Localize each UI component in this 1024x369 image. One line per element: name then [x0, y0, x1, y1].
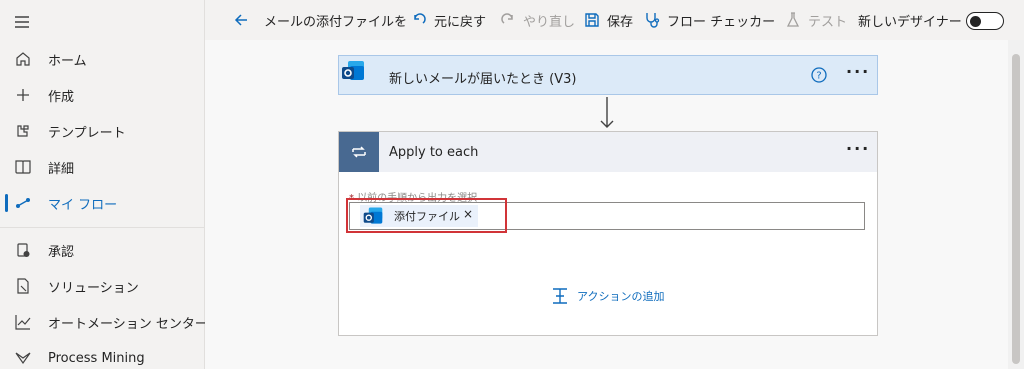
nav-item-label: マイ フロー: [48, 197, 118, 213]
trigger-card[interactable]: 新しいメールが届いたとき (V3): [338, 55, 878, 95]
flow-checker-label: フロー チェッカー: [667, 14, 776, 30]
add-action-button[interactable]: アクションの追加: [551, 286, 664, 306]
outlook-logo-icon: [340, 58, 366, 84]
approval-icon: [14, 241, 32, 259]
svg-text:?: ?: [816, 71, 821, 82]
flow-icon: [14, 194, 32, 212]
trigger-title: 新しいメールが届いたとき (V3): [389, 72, 577, 87]
redo-button[interactable]: やり直し: [499, 0, 575, 40]
active-indicator: [5, 194, 8, 212]
nav-item-learn[interactable]: 詳細: [0, 149, 205, 185]
loop-more-options-icon[interactable]: ···: [846, 139, 870, 158]
nav-item-my-flows[interactable]: マイ フロー: [0, 185, 205, 221]
flask-icon: [786, 12, 800, 27]
flow-checker-button[interactable]: フロー チェッカー: [643, 0, 775, 40]
hamburger-menu-icon[interactable]: [12, 12, 32, 32]
new-designer-toggle[interactable]: [966, 12, 1004, 30]
test-button[interactable]: テスト: [784, 0, 847, 40]
left-nav: ホーム 作成 テンプレート 詳細 マイ フロー 承認 ソリューション オートメー…: [0, 0, 208, 369]
home-icon: [14, 50, 32, 68]
save-icon: [585, 13, 599, 27]
chart-icon: [14, 313, 32, 331]
undo-icon: [414, 13, 426, 24]
nav-item-label: オートメーション センター: [48, 316, 208, 332]
nav-item-label: ホーム: [48, 53, 87, 69]
plus-icon: [14, 86, 32, 104]
help-icon[interactable]: ?: [810, 66, 828, 84]
apply-to-each-header[interactable]: Apply to each: [339, 132, 877, 172]
redo-label: やり直し: [523, 14, 576, 30]
undo-label: 元に戻す: [434, 14, 487, 30]
add-action-label: アクションの追加: [577, 290, 665, 303]
nav-item-process-mining[interactable]: Process Mining: [0, 340, 205, 369]
nav-item-label: ソリューション: [48, 280, 139, 296]
add-action-icon: [553, 288, 567, 304]
nav-item-templates[interactable]: テンプレート: [0, 113, 205, 149]
stethoscope-icon: [646, 13, 660, 28]
nav-item-label: 承認: [48, 244, 75, 260]
back-button[interactable]: [232, 0, 256, 40]
loop-icon: [339, 132, 379, 172]
nav-item-automation-center[interactable]: オートメーション センター: [0, 304, 208, 340]
nav-divider: [0, 227, 205, 228]
nav-item-create[interactable]: 作成: [0, 77, 205, 113]
process-mining-icon: [14, 349, 32, 367]
save-button[interactable]: 保存: [583, 0, 633, 40]
nav-item-label: 詳細: [48, 161, 75, 177]
nav-item-label: 作成: [48, 89, 75, 105]
back-arrow-icon: [234, 14, 247, 26]
nav-item-approvals[interactable]: 承認: [0, 232, 205, 268]
book-icon: [14, 158, 32, 176]
new-designer-label: 新しいデザイナー: [858, 14, 962, 30]
trigger-more-options-icon[interactable]: ···: [846, 62, 870, 81]
highlight-annotation: [346, 198, 507, 233]
connector-arrow-icon: [597, 95, 617, 131]
nav-item-label: Process Mining: [48, 350, 145, 366]
vertical-scrollbar[interactable]: [1008, 40, 1024, 369]
nav-item-solutions[interactable]: ソリューション: [0, 268, 205, 304]
save-label: 保存: [607, 14, 634, 30]
toggle-knob: [970, 15, 981, 27]
undo-button[interactable]: 元に戻す: [410, 0, 486, 40]
nav-item-label: テンプレート: [48, 125, 126, 141]
scrollbar-thumb[interactable]: [1012, 54, 1020, 364]
nav-item-home[interactable]: ホーム: [0, 41, 205, 77]
test-label: テスト: [808, 14, 848, 30]
template-icon: [14, 122, 32, 140]
redo-icon: [501, 13, 513, 24]
apply-to-each-title: Apply to each: [389, 145, 479, 160]
flow-name: メールの添付ファイルを: [264, 14, 408, 30]
solution-icon: [14, 277, 32, 295]
